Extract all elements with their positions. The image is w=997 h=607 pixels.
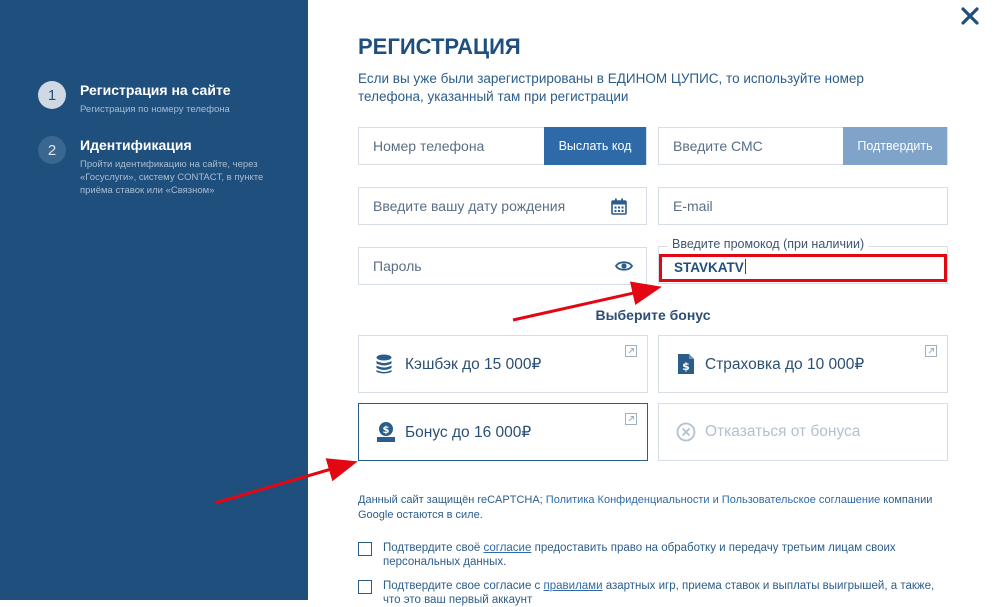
- recaptcha-notice: Данный сайт защищён reCAPTCHA; Политика …: [358, 494, 933, 521]
- birthdate-input[interactable]: Введите вашу дату рождения: [359, 198, 611, 214]
- consent-rules: Подтвердите свое согласие с правилами аз…: [358, 579, 943, 607]
- step-registration: 1 Регистрация на сайте Регистрация по но…: [38, 81, 280, 116]
- consent-checkbox-1[interactable]: [358, 542, 372, 556]
- bonus-icon: $: [377, 422, 395, 442]
- bonus-label-insurance: Страховка до 10 000₽: [705, 355, 865, 373]
- sms-field[interactable]: Введите СМС Подтвердить: [658, 127, 948, 165]
- promo-highlight-box: [659, 254, 947, 282]
- eye-icon[interactable]: [615, 260, 633, 272]
- bonus-label-cashback: Кэшбэк до 15 000₽: [405, 355, 542, 373]
- step-identification: 2 Идентификация Пройти идентификацию на …: [38, 136, 275, 197]
- bonus-label-deposit: Бонус до 16 000₽: [405, 423, 532, 441]
- promo-label: Введите промокод (при наличии): [668, 237, 869, 251]
- bonus-option-deposit-bonus[interactable]: $ Бонус до 16 000₽: [358, 403, 648, 461]
- calendar-icon[interactable]: [611, 198, 627, 215]
- email-field[interactable]: E-mail: [658, 187, 948, 225]
- page-title: РЕГИСТРАЦИЯ: [358, 34, 521, 59]
- bonus-heading: Выберите бонус: [595, 307, 711, 323]
- step-number-1: 1: [38, 81, 66, 109]
- step-number-2: 2: [38, 136, 66, 164]
- document-dollar-icon: $: [678, 354, 694, 374]
- bonus-option-decline[interactable]: Отказаться от бонуса: [658, 403, 948, 461]
- consent-personal-data: Подтвердите своё согласие предоставить п…: [358, 541, 943, 569]
- step-subtitle-1: Регистрация по номеру телефона: [80, 104, 230, 115]
- birthdate-field[interactable]: Введите вашу дату рождения: [358, 187, 647, 225]
- consent-checkbox-2[interactable]: [358, 580, 372, 594]
- privacy-terms-link[interactable]: Политика Конфиденциальности и Пользовате…: [546, 494, 880, 506]
- external-link-icon[interactable]: [625, 413, 637, 425]
- consent-link[interactable]: согласие: [483, 542, 531, 554]
- password-input[interactable]: Пароль: [359, 258, 615, 274]
- sidebar: 1 Регистрация на сайте Регистрация по но…: [0, 0, 308, 600]
- phone-input[interactable]: Номер телефона: [359, 138, 544, 154]
- password-field[interactable]: Пароль: [358, 247, 647, 285]
- bonus-option-insurance[interactable]: $ Страховка до 10 000₽: [658, 335, 948, 393]
- svg-text:$: $: [383, 425, 390, 436]
- coins-icon: [376, 354, 392, 374]
- step-title-2: Идентификация: [80, 137, 192, 153]
- step-subtitle-2: Пройти идентификацию на сайте, через «Го…: [80, 159, 264, 196]
- rules-link[interactable]: правилами: [544, 580, 603, 592]
- send-code-button[interactable]: Выслать код: [544, 127, 646, 165]
- phone-field[interactable]: Номер телефона Выслать код: [358, 127, 647, 165]
- bonus-option-cashback[interactable]: Кэшбэк до 15 000₽: [358, 335, 648, 393]
- bonus-label-decline: Отказаться от бонуса: [705, 423, 861, 440]
- email-input[interactable]: E-mail: [659, 198, 947, 214]
- svg-text:$: $: [682, 360, 690, 373]
- close-icon: [961, 7, 979, 25]
- step-title-1: Регистрация на сайте: [80, 82, 231, 98]
- close-button[interactable]: [956, 2, 984, 30]
- sms-input[interactable]: Введите СМС: [659, 138, 843, 154]
- confirm-button[interactable]: Подтвердить: [843, 127, 947, 165]
- intro-text: Если вы уже были зарегистрированы в ЕДИН…: [358, 71, 864, 104]
- cancel-circle-icon: [676, 422, 696, 442]
- external-link-icon[interactable]: [625, 345, 637, 357]
- external-link-icon[interactable]: [925, 345, 937, 357]
